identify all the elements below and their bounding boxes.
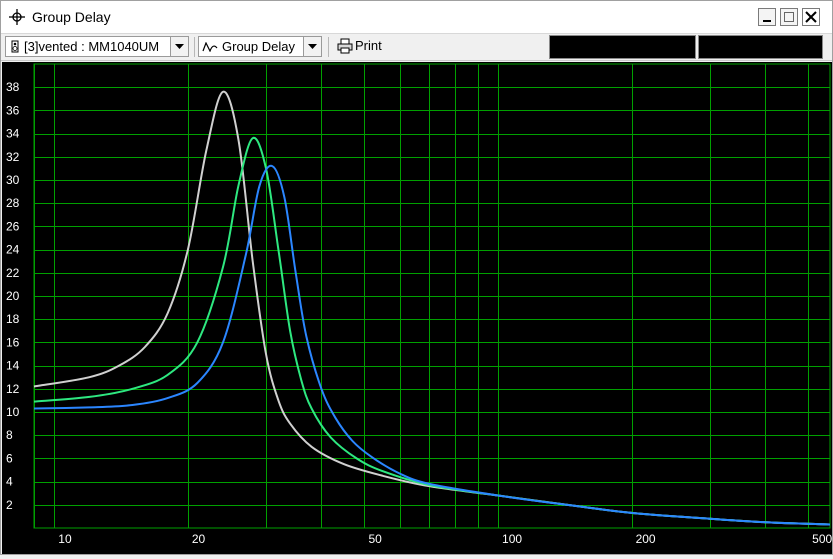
y-tick-label: 4 [6,475,13,489]
x-tick-label: 20 [192,532,206,546]
x-tick-label: 100 [502,532,522,546]
y-tick-label: 36 [6,103,20,117]
wave-icon [202,42,218,52]
y-tick-label: 24 [6,243,20,257]
y-tick-label: 12 [6,382,20,396]
view-select-value: Group Delay [222,39,295,54]
close-button[interactable] [802,8,820,26]
x-tick-label: 50 [368,532,382,546]
readout-panel-left [549,35,696,59]
maximize-button[interactable] [780,8,798,26]
speaker-icon [11,40,19,53]
maximize-icon [784,12,794,22]
x-tick-label: 10 [58,532,72,546]
toolbar: [3]vented : MM1040UM Group Delay Print [1,34,832,61]
source-select[interactable]: [3]vented : MM1040UM [5,36,189,57]
y-tick-label: 26 [6,219,20,233]
group-delay-window: Group Delay [3]vented : MM1040UM Group D… [0,0,833,555]
y-tick-label: 30 [6,173,20,187]
window-title: Group Delay [32,9,111,25]
y-tick-label: 14 [6,359,20,373]
source-select-value: [3]vented : MM1040UM [24,39,160,54]
close-icon [805,11,817,23]
y-tick-label: 32 [6,150,20,164]
y-tick-label: 2 [6,498,13,512]
printer-icon [337,38,353,54]
y-tick-label: 34 [6,127,20,141]
x-tick-label: 500 [812,532,832,546]
view-dropdown-button[interactable] [303,37,321,56]
toolbar-divider [194,37,195,57]
chevron-down-icon [175,44,184,49]
y-tick-label: 18 [6,312,20,326]
crosshair-icon [9,9,25,25]
minimize-icon [763,20,771,22]
print-label: Print [355,38,382,53]
y-tick-label: 10 [6,405,20,419]
x-tick-label: 200 [636,532,656,546]
readout-panel-right [698,35,823,59]
toolbar-divider [328,37,329,57]
title-bar[interactable]: Group Delay [1,1,832,34]
y-tick-label: 8 [6,428,13,442]
chart-area: 2 4 6 8 10 12 14 16 18 20 22 24 26 28 30 32 34 36 38 10 20 50… [2,62,833,554]
chevron-down-icon [308,44,317,49]
y-tick-label: 22 [6,266,20,280]
view-select[interactable]: Group Delay [198,36,322,57]
y-tick-label: 38 [6,80,20,94]
minimize-button[interactable] [758,8,776,26]
y-tick-label: 28 [6,196,20,210]
source-dropdown-button[interactable] [170,37,188,56]
group-delay-chart: 246810121416182022242628303234363810 20 50… [6,63,833,546]
y-tick-label: 6 [6,451,13,465]
y-tick-label: 16 [6,335,20,349]
y-tick-label: 20 [6,289,20,303]
